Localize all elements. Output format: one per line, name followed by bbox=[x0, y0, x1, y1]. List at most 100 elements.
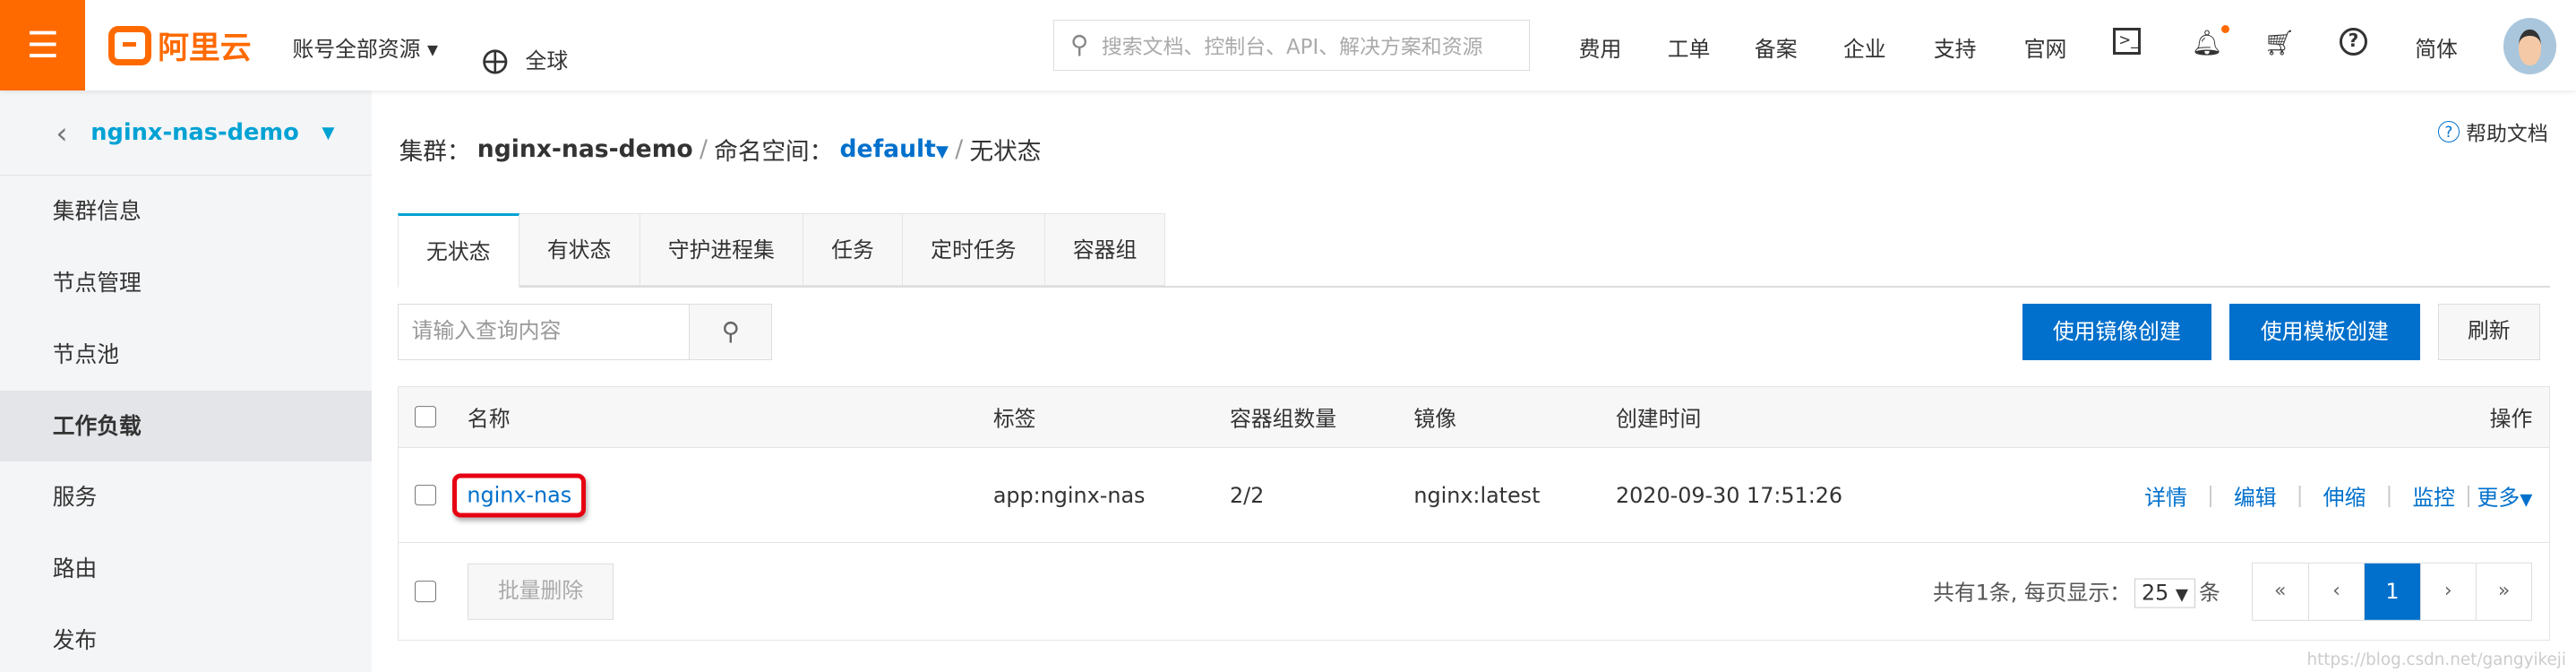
row-created: 2020-09-30 17:51:26 bbox=[1615, 482, 1843, 508]
sidebar-item-services[interactable]: 服务 bbox=[0, 461, 372, 533]
sidebar-item-node-pools[interactable]: 节点池 bbox=[0, 319, 372, 391]
row-image: nginx:latest bbox=[1413, 482, 1541, 508]
nav-official-site[interactable]: 官网 bbox=[2024, 31, 2067, 63]
breadcrumb: 集群： nginx-nas-demo / 命名空间： default▼ / 无状态 bbox=[399, 132, 1042, 167]
search-button[interactable]: ⚲ bbox=[690, 304, 773, 360]
help-icon[interactable]: ? bbox=[2339, 28, 2368, 56]
pagination: « ‹ 1 › » bbox=[2251, 563, 2533, 621]
monitor-link[interactable]: 监控 bbox=[2392, 479, 2465, 511]
top-header: ☰ 阿里云 账号全部资源 ▾ 🜨 全球 ⚲ 搜索文档、控制台、API、解决方案和资源… bbox=[0, 0, 2576, 90]
more-label: 更多 bbox=[2477, 485, 2520, 511]
tab-daemonsets[interactable]: 守护进程集 bbox=[640, 213, 803, 287]
col-actions: 操作 bbox=[2489, 406, 2533, 432]
bell-icon[interactable]: 🔔︎ bbox=[2192, 24, 2230, 57]
next-page-button[interactable]: › bbox=[2419, 564, 2476, 620]
cluster-switcher[interactable]: ‹ nginx-nas-demo ▼ bbox=[0, 90, 372, 177]
region-label: 全球 bbox=[525, 47, 569, 73]
divider: | bbox=[2296, 482, 2304, 508]
caret-down-icon: ▾ bbox=[427, 36, 438, 62]
col-image: 镜像 bbox=[1413, 406, 1457, 432]
tab-pods[interactable]: 容器组 bbox=[1044, 213, 1166, 287]
chevron-down-icon: ▼ bbox=[2175, 585, 2188, 605]
bulk-delete-button[interactable]: 批量删除 bbox=[467, 564, 614, 620]
aliyun-logo[interactable]: 阿里云 bbox=[108, 23, 252, 68]
workloads-table: 名称 标签 容器组数量 镜像 创建时间 操作 nginx-nas app:ngi… bbox=[397, 386, 2550, 642]
prev-page-button[interactable]: ‹ bbox=[2307, 564, 2364, 620]
tab-cronjobs[interactable]: 定时任务 bbox=[903, 213, 1045, 287]
help-circle-icon: ? bbox=[2437, 121, 2460, 143]
details-link[interactable]: 详情 bbox=[2125, 479, 2207, 511]
logo-mark-icon bbox=[108, 25, 151, 65]
sidebar-item-cluster-info[interactable]: 集群信息 bbox=[0, 176, 372, 247]
workload-search-input[interactable]: 请输入查询内容 bbox=[397, 304, 691, 360]
cluster-name: nginx-nas-demo bbox=[90, 119, 299, 147]
terminal-icon[interactable]: >_ bbox=[2112, 28, 2141, 55]
language-switch[interactable]: 简体 bbox=[2415, 31, 2458, 63]
separator: / bbox=[699, 134, 708, 163]
back-chevron-icon[interactable]: ‹ bbox=[56, 116, 67, 151]
region-selector[interactable]: 🜨 全球 bbox=[481, 25, 568, 92]
row-actions: 详情 | 编辑 | 伸缩 | 监控 | 更多▼ bbox=[2125, 479, 2532, 511]
sidebar-item-ingress[interactable]: 路由 bbox=[0, 533, 372, 605]
last-page-button[interactable]: » bbox=[2475, 564, 2531, 620]
notification-dot bbox=[2220, 24, 2230, 33]
col-labels: 标签 bbox=[992, 406, 1036, 432]
hamburger-icon: ☰ bbox=[26, 23, 59, 66]
namespace-dropdown[interactable]: default▼ bbox=[840, 135, 949, 163]
page-size-unit: 条 bbox=[2198, 580, 2220, 606]
col-created: 创建时间 bbox=[1615, 406, 1702, 432]
cluster-value: nginx-nas-demo bbox=[477, 134, 693, 163]
page-size-value: 25 bbox=[2141, 580, 2169, 606]
table-row: nginx-nas app:nginx-nas 2/2 nginx:latest… bbox=[398, 448, 2549, 544]
select-all-checkbox[interactable] bbox=[415, 406, 437, 428]
divider: | bbox=[2385, 482, 2393, 508]
col-pods: 容器组数量 bbox=[1229, 406, 1337, 432]
search-placeholder: 搜索文档、控制台、API、解决方案和资源 bbox=[1101, 36, 1483, 60]
namespace-value: default bbox=[839, 134, 936, 163]
logo-text: 阿里云 bbox=[158, 30, 252, 66]
nav-enterprise[interactable]: 企业 bbox=[1843, 31, 1886, 63]
help-docs-link[interactable]: ? 帮助文档 bbox=[2437, 116, 2548, 147]
row-checkbox[interactable] bbox=[415, 484, 437, 506]
avatar[interactable] bbox=[2503, 18, 2556, 74]
search-icon: ⚲ bbox=[1070, 30, 1089, 60]
sidebar-item-nodes[interactable]: 节点管理 bbox=[0, 247, 372, 319]
nav-fees[interactable]: 费用 bbox=[1579, 31, 1622, 63]
nav-support[interactable]: 支持 bbox=[1934, 31, 1977, 63]
page-size-info: 共有1条, 每页显示： 25 ▼ 条 bbox=[1933, 575, 2220, 608]
sidebar-item-release[interactable]: 发布 bbox=[0, 605, 372, 672]
table-header: 名称 标签 容器组数量 镜像 创建时间 操作 bbox=[398, 387, 2549, 448]
watermark: https://blog.csdn.net/gangyikeji bbox=[2306, 650, 2566, 669]
page-size-select[interactable]: 25 ▼ bbox=[2134, 578, 2196, 608]
nav-icp[interactable]: 备案 bbox=[1755, 31, 1798, 63]
caret-down-icon: ▼ bbox=[935, 142, 949, 161]
edit-link[interactable]: 编辑 bbox=[2214, 479, 2297, 511]
create-from-template-button[interactable]: 使用模板创建 bbox=[2228, 304, 2420, 360]
more-dropdown[interactable]: 更多▼ bbox=[2472, 479, 2533, 511]
first-page-button[interactable]: « bbox=[2253, 564, 2308, 619]
global-search-input[interactable]: ⚲ 搜索文档、控制台、API、解决方案和资源 bbox=[1052, 20, 1530, 71]
footer-select-all-checkbox[interactable] bbox=[415, 581, 437, 603]
scale-link[interactable]: 伸缩 bbox=[2304, 479, 2386, 511]
nav-tickets[interactable]: 工单 bbox=[1668, 31, 1711, 63]
caret-down-icon: ▼ bbox=[2520, 490, 2533, 510]
col-name: 名称 bbox=[467, 406, 511, 432]
caret-down-icon: ▼ bbox=[322, 123, 335, 142]
workload-name-link[interactable]: nginx-nas bbox=[452, 473, 587, 518]
help-docs-label: 帮助文档 bbox=[2466, 123, 2548, 147]
account-resources-dropdown[interactable]: 账号全部资源 ▾ bbox=[292, 31, 438, 63]
page-1-button[interactable]: 1 bbox=[2364, 564, 2420, 620]
cart-icon[interactable]: 🛒︎ bbox=[2264, 28, 2296, 57]
create-from-image-button[interactable]: 使用镜像创建 bbox=[2022, 304, 2211, 360]
sidebar: ‹ nginx-nas-demo ▼ 集群信息 节点管理 节点池 工作负载 服务 路… bbox=[0, 90, 372, 672]
tab-deployments[interactable]: 无状态 bbox=[397, 213, 519, 288]
current-page: 无状态 bbox=[969, 137, 1042, 166]
row-pods: 2/2 bbox=[1229, 482, 1265, 508]
tab-statefulsets[interactable]: 有状态 bbox=[519, 213, 640, 287]
refresh-button[interactable]: 刷新 bbox=[2437, 304, 2540, 360]
tab-jobs[interactable]: 任务 bbox=[803, 213, 903, 287]
sidebar-item-workloads[interactable]: 工作负载 bbox=[0, 390, 372, 462]
row-labels: app:nginx-nas bbox=[992, 482, 1146, 508]
hamburger-menu-button[interactable]: ☰ bbox=[0, 0, 86, 90]
total-text: 共有1条, 每页显示： bbox=[1933, 580, 2131, 606]
